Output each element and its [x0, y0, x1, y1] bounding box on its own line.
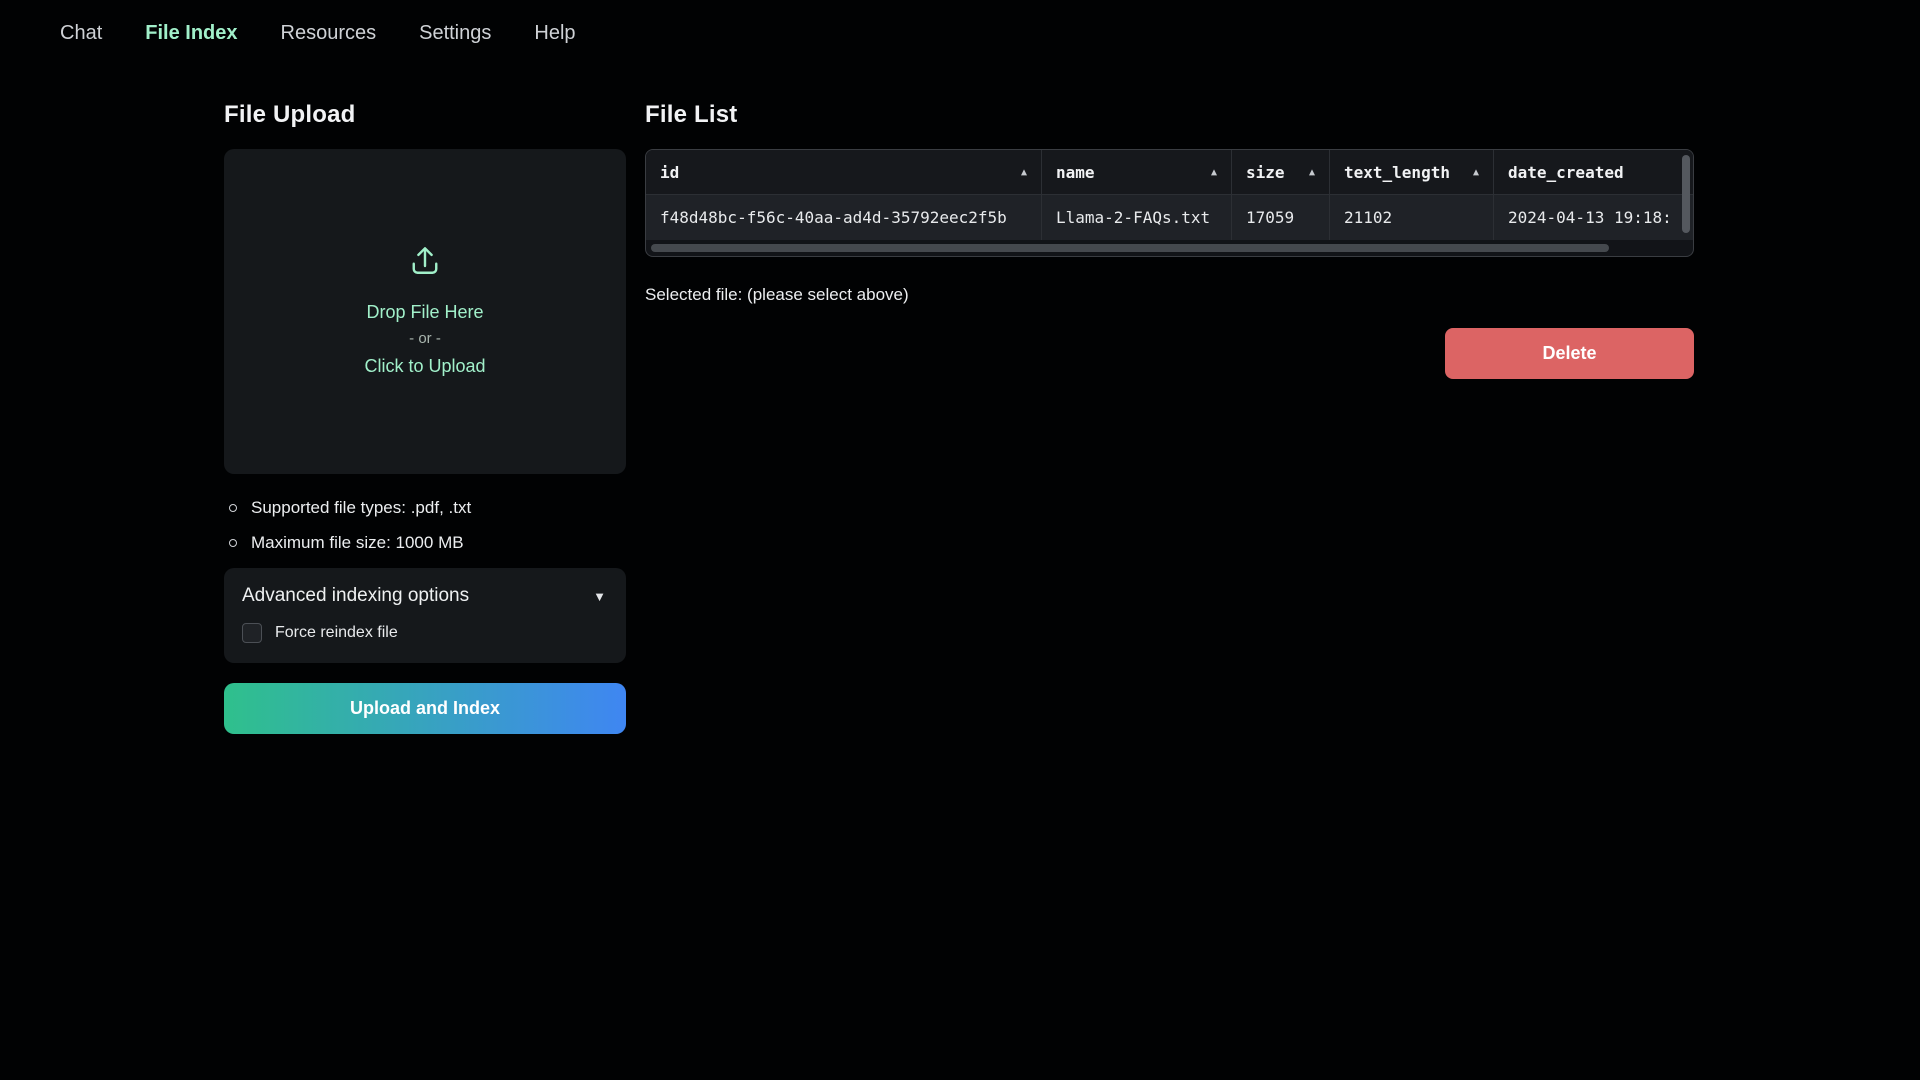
column-header-size[interactable]: size ▲ [1232, 150, 1330, 194]
tab-resources[interactable]: Resources [281, 22, 377, 45]
file-dropzone[interactable]: Drop File Here - or - Click to Upload [224, 149, 626, 474]
cell-text-length[interactable]: 21102 [1330, 195, 1494, 240]
upload-and-index-button[interactable]: Upload and Index [224, 683, 626, 734]
force-reindex-row[interactable]: Force reindex file [242, 623, 606, 643]
main-content: File Upload Drop File Here - or - Click … [0, 101, 1920, 734]
delete-button-row: Delete [645, 328, 1694, 379]
advanced-options-title: Advanced indexing options [242, 585, 469, 607]
chevron-down-icon: ▼ [593, 589, 606, 604]
column-label: date_created [1508, 163, 1624, 182]
cell-size[interactable]: 17059 [1232, 195, 1330, 240]
tab-file-index[interactable]: File Index [145, 22, 237, 45]
column-label: text_length [1344, 163, 1450, 182]
click-to-upload-link[interactable]: Click to Upload [364, 351, 485, 381]
sort-ascending-icon[interactable]: ▲ [1473, 167, 1479, 178]
file-list-title: File List [645, 101, 1694, 129]
tab-chat[interactable]: Chat [60, 22, 102, 45]
table-row[interactable]: f48d48bc-f56c-40aa-ad4d-35792eec2f5b Lla… [646, 195, 1693, 240]
sort-ascending-icon[interactable]: ▲ [1309, 167, 1315, 178]
sort-ascending-icon[interactable]: ▲ [1211, 167, 1217, 178]
file-table: id ▲ name ▲ size ▲ text_length ▲ date_cr… [645, 149, 1694, 257]
selected-file-status: Selected file: (please select above) [645, 285, 1694, 305]
file-list-section: File List id ▲ name ▲ size ▲ text_length… [645, 101, 1694, 734]
sort-ascending-icon[interactable]: ▲ [1021, 167, 1027, 178]
horizontal-scrollbar[interactable] [651, 244, 1609, 252]
file-upload-title: File Upload [224, 101, 626, 129]
file-table-header: id ▲ name ▲ size ▲ text_length ▲ date_cr… [646, 150, 1693, 195]
note-text: Maximum file size: 1000 MB [251, 533, 464, 553]
file-upload-section: File Upload Drop File Here - or - Click … [224, 101, 626, 734]
column-header-date-created[interactable]: date_created [1494, 150, 1693, 194]
or-separator-label: - or - [409, 327, 441, 351]
bullet-icon [229, 504, 237, 512]
note-max-size: Maximum file size: 1000 MB [229, 533, 626, 553]
column-header-name[interactable]: name ▲ [1042, 150, 1232, 194]
cell-id[interactable]: f48d48bc-f56c-40aa-ad4d-35792eec2f5b [646, 195, 1042, 240]
bullet-icon [229, 539, 237, 547]
column-header-id[interactable]: id ▲ [646, 150, 1042, 194]
top-tab-bar: Chat File Index Resources Settings Help [0, 0, 1920, 45]
advanced-options-accordion: Advanced indexing options ▼ Force reinde… [224, 568, 626, 663]
column-label: id [660, 163, 679, 182]
advanced-options-header[interactable]: Advanced indexing options ▼ [242, 585, 606, 607]
cell-name[interactable]: Llama-2-FAQs.txt [1042, 195, 1232, 240]
force-reindex-checkbox[interactable] [242, 623, 262, 643]
tab-settings[interactable]: Settings [419, 22, 491, 45]
vertical-scrollbar[interactable] [1682, 155, 1690, 233]
column-header-text-length[interactable]: text_length ▲ [1330, 150, 1494, 194]
column-label: name [1056, 163, 1095, 182]
upload-notes-list: Supported file types: .pdf, .txt Maximum… [224, 498, 626, 553]
cell-date-created[interactable]: 2024-04-13 19:18: [1494, 195, 1693, 240]
delete-button[interactable]: Delete [1445, 328, 1694, 379]
force-reindex-label: Force reindex file [275, 624, 398, 642]
note-text: Supported file types: .pdf, .txt [251, 498, 471, 518]
note-supported-types: Supported file types: .pdf, .txt [229, 498, 626, 518]
column-label: size [1246, 163, 1285, 182]
upload-icon [406, 242, 444, 283]
drop-file-here-label: Drop File Here [366, 297, 483, 327]
tab-help[interactable]: Help [534, 22, 575, 45]
